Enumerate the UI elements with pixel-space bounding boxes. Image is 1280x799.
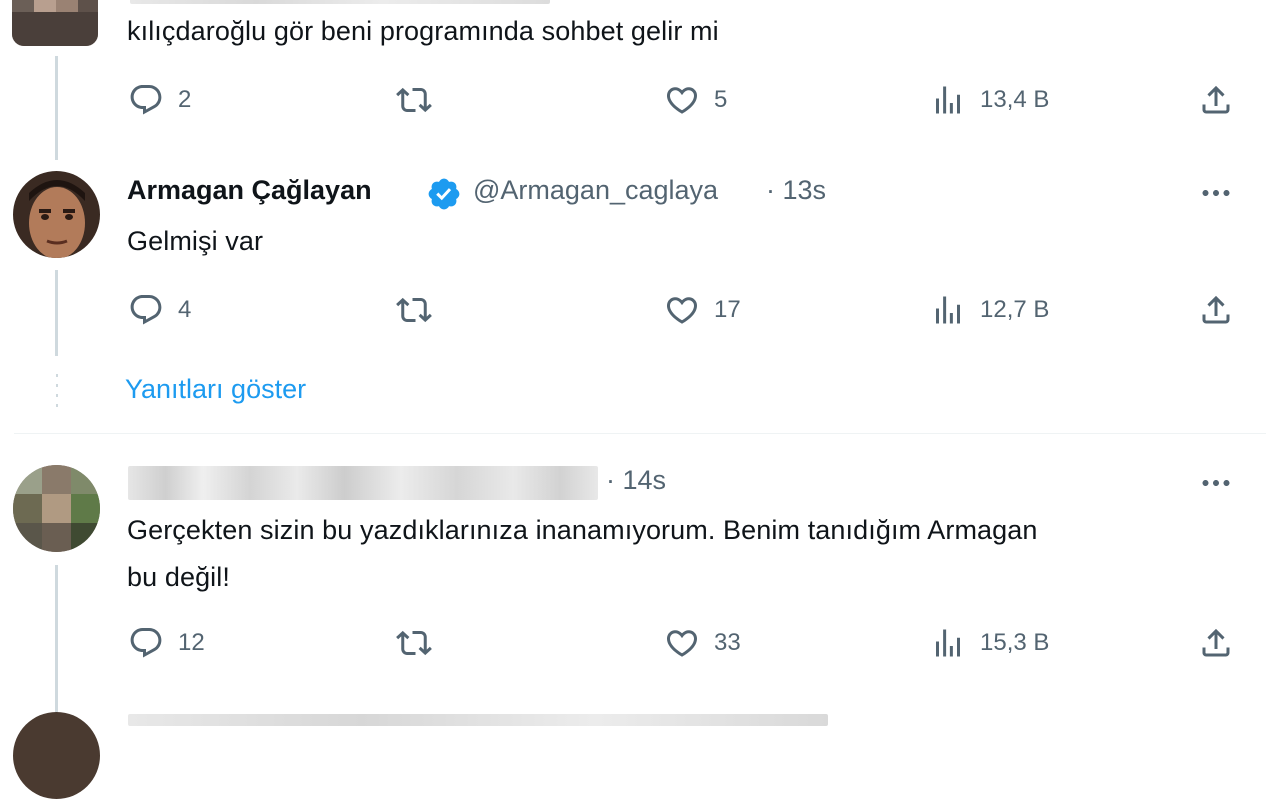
like-icon — [664, 82, 700, 118]
like-button[interactable]: 33 — [664, 625, 741, 661]
show-replies-link[interactable]: Yanıtları göster — [125, 374, 306, 405]
blurred-name-next — [128, 714, 828, 726]
thread-line-1 — [55, 56, 58, 160]
avatar-blurred-3[interactable] — [13, 465, 100, 552]
reply-icon — [128, 625, 164, 661]
tweet-text: kılıçdaroğlu gör beni programında sohbet… — [127, 16, 719, 46]
views-icon — [930, 625, 966, 661]
retweet-button[interactable] — [396, 625, 432, 661]
like-count: 33 — [714, 629, 741, 656]
tweet-time[interactable]: · 14s — [606, 465, 666, 496]
views-icon — [930, 292, 966, 328]
like-button[interactable]: 17 — [664, 292, 741, 328]
views-button[interactable]: 12,7 B — [930, 292, 1049, 328]
retweet-button[interactable] — [396, 292, 432, 328]
retweet-button[interactable] — [396, 82, 432, 118]
views-count: 12,7 B — [980, 296, 1050, 323]
blurred-name-3 — [128, 466, 598, 500]
reply-count: 2 — [178, 86, 192, 113]
share-icon — [1198, 292, 1234, 328]
verified-icon — [428, 178, 460, 210]
avatar-blurred-1[interactable] — [12, 0, 98, 46]
thread-dots — [56, 374, 58, 414]
more-icon[interactable] — [1198, 175, 1234, 211]
author-name[interactable]: Armagan Çağlayan — [127, 175, 372, 206]
views-count: 13,4 B — [980, 86, 1050, 113]
thread-line-2 — [55, 270, 58, 356]
author-handle[interactable]: @Armagan_caglaya — [473, 175, 718, 206]
share-button[interactable] — [1198, 82, 1234, 118]
like-icon — [664, 625, 700, 661]
tweet-text-line-1: Gerçekten sizin bu yazdıklarınıza inanam… — [127, 515, 1038, 545]
views-icon — [930, 82, 966, 118]
divider — [14, 433, 1266, 434]
retweet-icon — [396, 82, 432, 118]
thread-line-3 — [55, 565, 58, 720]
more-icon[interactable] — [1198, 465, 1234, 501]
reply-count: 4 — [178, 296, 192, 323]
like-icon — [664, 292, 700, 328]
avatar-armagan[interactable] — [13, 171, 100, 258]
like-button[interactable]: 5 — [664, 82, 727, 118]
share-icon — [1198, 82, 1234, 118]
views-count: 15,3 B — [980, 629, 1050, 656]
blurred-name-1 — [130, 0, 550, 4]
reply-icon — [128, 82, 164, 118]
like-count: 17 — [714, 296, 741, 323]
reply-button[interactable]: 12 — [128, 625, 205, 661]
views-button[interactable]: 15,3 B — [930, 625, 1049, 661]
tweet-time[interactable]: · 13s — [766, 175, 826, 206]
share-button[interactable] — [1198, 625, 1234, 661]
reply-button[interactable]: 4 — [128, 292, 191, 328]
like-count: 5 — [714, 86, 728, 113]
reply-count: 12 — [178, 629, 205, 656]
share-icon — [1198, 625, 1234, 661]
reply-icon — [128, 292, 164, 328]
views-button[interactable]: 13,4 B — [930, 82, 1049, 118]
retweet-icon — [396, 292, 432, 328]
retweet-icon — [396, 625, 432, 661]
reply-button[interactable]: 2 — [128, 82, 191, 118]
tweet-text: Gelmişi var — [127, 226, 264, 256]
avatar-next[interactable] — [13, 712, 100, 799]
tweet-text-line-2: bu değil! — [127, 562, 230, 592]
share-button[interactable] — [1198, 292, 1234, 328]
